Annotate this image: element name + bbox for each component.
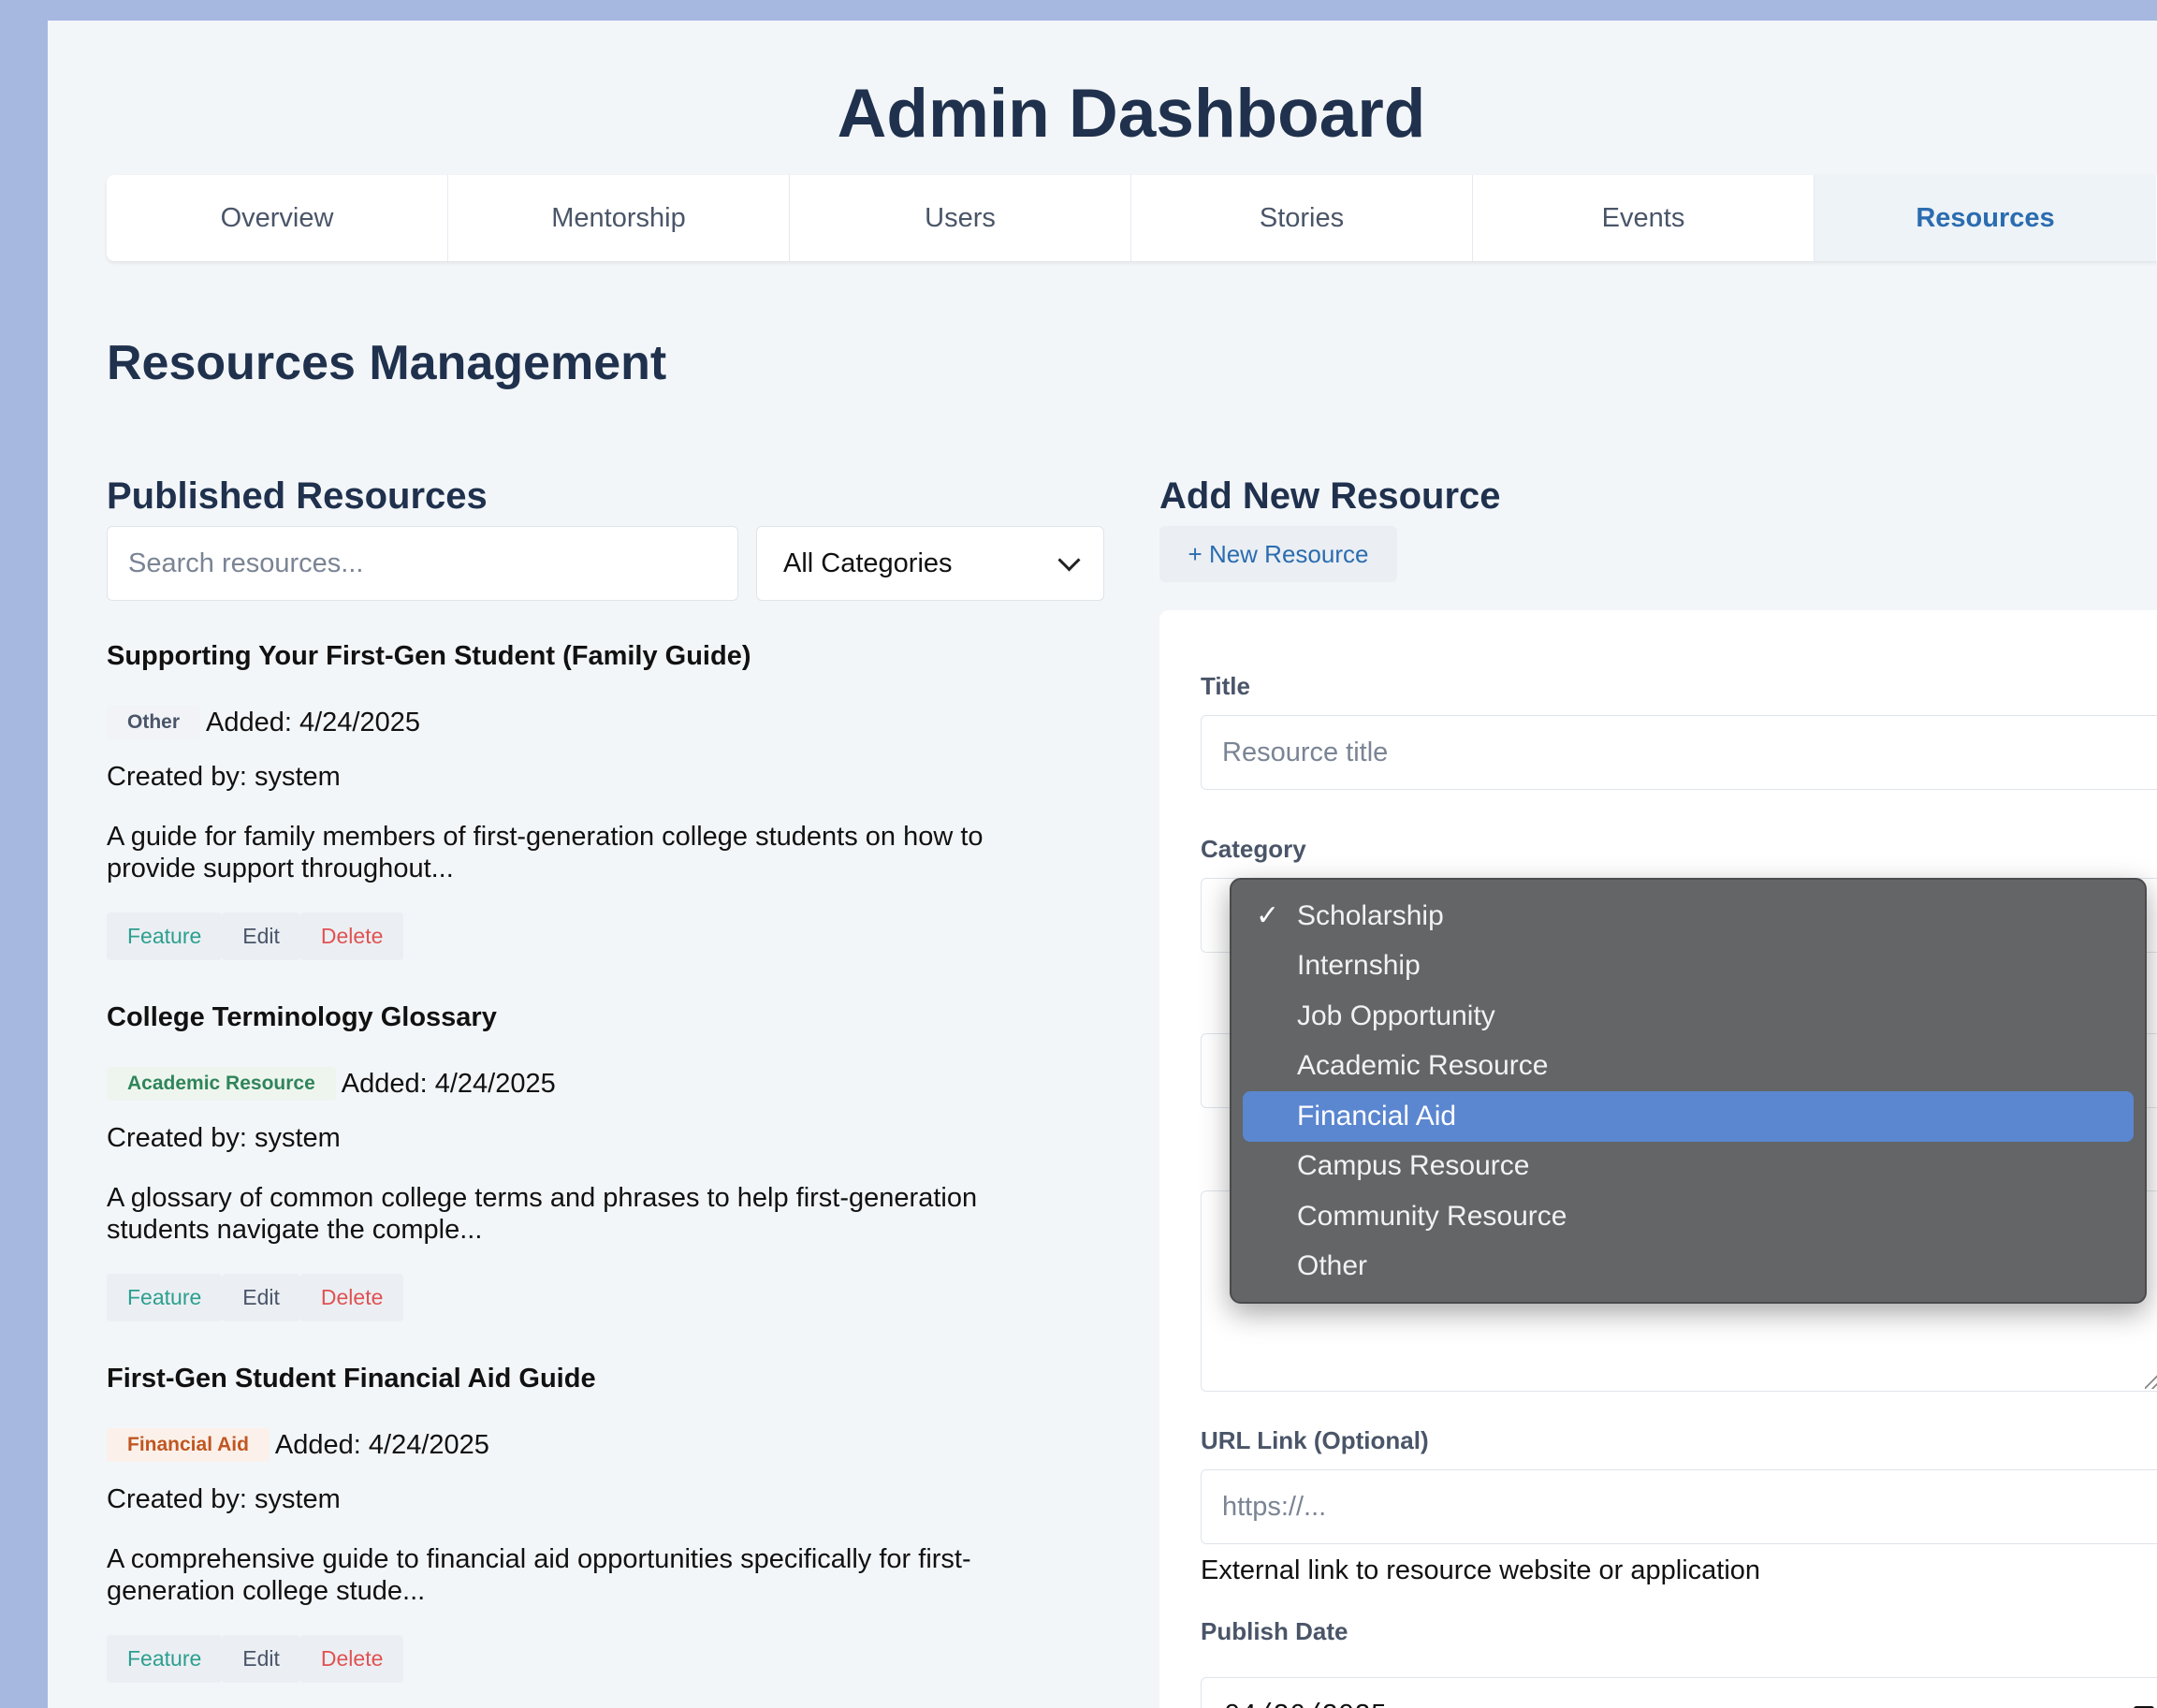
dropdown-option-community-resource[interactable]: Community Resource [1243, 1191, 2134, 1242]
resize-handle-icon[interactable] [2145, 1372, 2157, 1389]
feature-button[interactable]: Feature [107, 1274, 223, 1321]
option-label: Internship [1297, 950, 1421, 982]
resource-title: College Terminology Glossary [107, 1002, 497, 1032]
title-label: Title [1201, 672, 1250, 700]
edit-button[interactable]: Edit [222, 1274, 300, 1321]
category-filter-value: All Categories [783, 547, 953, 578]
resource-description: A guide for family members of first-gene… [107, 822, 984, 883]
add-resource-heading: Add New Resource [1159, 475, 1501, 517]
category-dropdown-menu: ✓ Scholarship Internship Job Opportunity… [1230, 878, 2147, 1304]
publish-date-input[interactable]: 04/26/2025 [1201, 1677, 2157, 1708]
delete-button[interactable]: Delete [299, 912, 404, 960]
option-label: Academic Resource [1297, 1050, 1549, 1082]
feature-button[interactable]: Feature [107, 912, 223, 960]
resource-description: A comprehensive guide to financial aid o… [107, 1544, 971, 1606]
category-label: Category [1201, 835, 1306, 863]
dropdown-option-scholarship[interactable]: ✓ Scholarship [1243, 891, 2134, 942]
search-input[interactable] [107, 526, 738, 601]
title-input[interactable] [1201, 715, 2157, 790]
category-badge: Financial Aid [107, 1428, 270, 1462]
checkmark-icon: ✓ [1256, 900, 1280, 932]
category-badge: Academic Resource [107, 1067, 336, 1101]
category-badge: Other [107, 706, 201, 739]
publish-date-label: Publish Date [1201, 1617, 1348, 1645]
added-date: Added: 4/24/2025 [341, 1068, 556, 1099]
url-label: URL Link (Optional) [1201, 1426, 1429, 1454]
edit-button[interactable]: Edit [222, 912, 300, 960]
resource-item: First-Gen Student Financial Aid Guide Fi… [107, 1364, 1099, 1683]
published-resources-heading: Published Resources [107, 475, 488, 517]
tab-overview[interactable]: Overview [107, 175, 448, 261]
option-label: Community Resource [1297, 1200, 1567, 1232]
new-resource-button[interactable]: + New Resource [1159, 526, 1397, 582]
option-label: Campus Resource [1297, 1150, 1530, 1182]
tab-stories[interactable]: Stories [1131, 175, 1473, 261]
delete-button[interactable]: Delete [299, 1635, 404, 1683]
tab-bar: Overview Mentorship Users Stories Events… [107, 175, 2157, 261]
option-label: Job Opportunity [1297, 1000, 1495, 1031]
option-label: Financial Aid [1297, 1100, 1457, 1131]
publish-date-value: 04/26/2025 [1224, 1700, 1387, 1708]
resource-title: First-Gen Student Financial Aid Guide [107, 1364, 596, 1394]
section-title: Resources Management [107, 336, 667, 390]
chevron-down-icon [1057, 547, 1081, 572]
tab-resources[interactable]: Resources [1815, 175, 2156, 261]
delete-button[interactable]: Delete [299, 1274, 404, 1321]
url-input[interactable] [1201, 1469, 2157, 1544]
url-help-text: External link to resource website or app… [1201, 1555, 1761, 1585]
resource-title: Supporting Your First-Gen Student (Famil… [107, 641, 751, 671]
resource-item: College Terminology Glossary Academic Re… [107, 1002, 1099, 1321]
tab-events[interactable]: Events [1473, 175, 1815, 261]
tab-users[interactable]: Users [790, 175, 1131, 261]
created-by: Created by: system [107, 1123, 341, 1153]
added-date: Added: 4/24/2025 [274, 1429, 489, 1460]
tab-mentorship[interactable]: Mentorship [448, 175, 790, 261]
dropdown-option-other[interactable]: Other [1243, 1242, 2134, 1292]
resource-description: A glossary of common college terms and p… [107, 1183, 978, 1245]
dropdown-option-job-opportunity[interactable]: Job Opportunity [1243, 991, 2134, 1042]
created-by: Created by: system [107, 1484, 341, 1514]
option-label: Other [1297, 1250, 1368, 1282]
page-title: Admin Dashboard [837, 76, 1426, 152]
dropdown-option-campus-resource[interactable]: Campus Resource [1243, 1142, 2134, 1192]
resource-item: Supporting Your First-Gen Student (Famil… [107, 641, 1099, 960]
dropdown-option-academic-resource[interactable]: Academic Resource [1243, 1042, 2134, 1092]
created-by: Created by: system [107, 762, 341, 792]
added-date: Added: 4/24/2025 [206, 707, 420, 737]
feature-button[interactable]: Feature [107, 1635, 223, 1683]
admin-page: Admin Dashboard Overview Mentorship User… [48, 21, 2157, 1708]
edit-button[interactable]: Edit [222, 1635, 300, 1683]
dropdown-option-financial-aid[interactable]: Financial Aid [1243, 1091, 2134, 1142]
option-label: Scholarship [1297, 899, 1444, 931]
dropdown-option-internship[interactable]: Internship [1243, 942, 2134, 992]
category-filter-select[interactable]: All Categories [756, 526, 1104, 601]
